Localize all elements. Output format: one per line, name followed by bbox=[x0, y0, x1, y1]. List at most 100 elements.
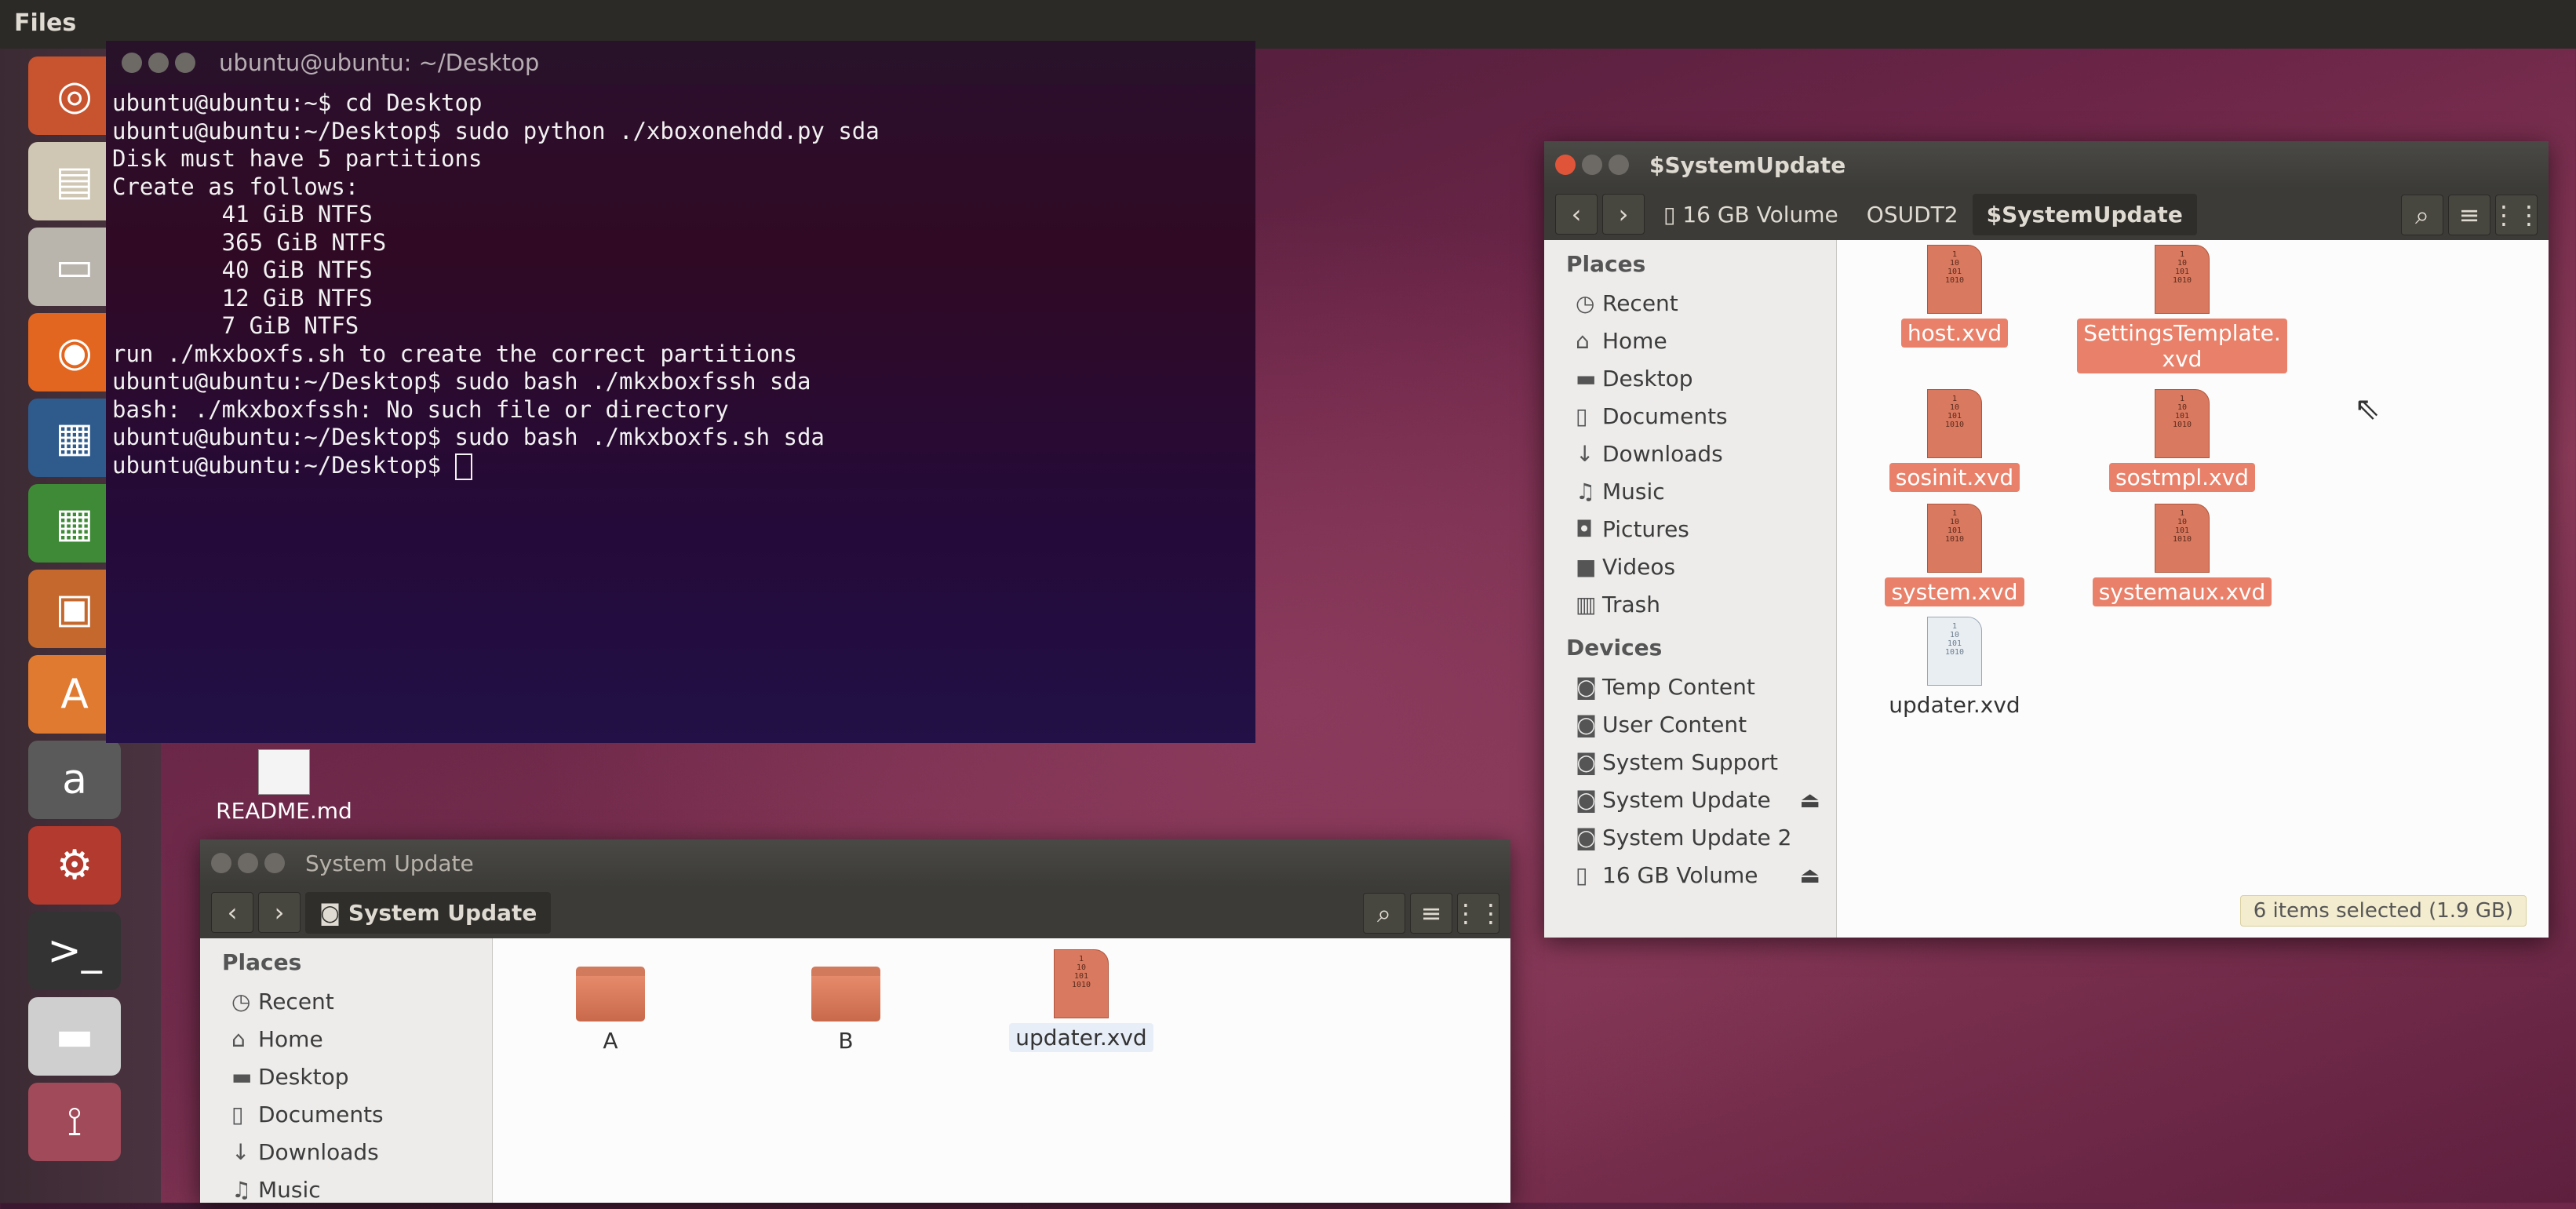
drive-icon: ◙ bbox=[1576, 712, 1598, 737]
terminal-line-text: ubuntu@ubuntu:~/Desktop$ sudo python ./x… bbox=[112, 117, 880, 144]
terminal-line: ubuntu@ubuntu:~/Desktop$ bbox=[112, 452, 1249, 480]
sidebar-item-label: Pictures bbox=[1602, 516, 1689, 542]
sidebar-item-downloads[interactable]: ↓ Downloads bbox=[1544, 435, 1836, 473]
file-item[interactable]: 1 10 101 1010 systemaux.xvd bbox=[2064, 504, 2300, 606]
sidebar-item-home[interactable]: ⌂ Home bbox=[1544, 322, 1836, 360]
sidebar-item-videos[interactable]: ■ Videos bbox=[1544, 548, 1836, 586]
drive-icon: ▬ bbox=[55, 1013, 94, 1060]
close-icon[interactable] bbox=[122, 53, 142, 73]
sidebar-device-system-update[interactable]: ◙ System Update ⏏ bbox=[1544, 781, 1836, 819]
launcher-system-tools[interactable]: ⚙ bbox=[28, 826, 121, 905]
sidebar-item-music[interactable]: ♫ Music bbox=[1544, 473, 1836, 511]
usb-icon: ⟟ bbox=[67, 1098, 82, 1145]
sidebar-item-desktop[interactable]: ▬ Desktop bbox=[200, 1058, 492, 1096]
grid-view-button[interactable]: ⋮⋮ bbox=[1453, 893, 1503, 934]
file-item[interactable]: 1 10 101 1010 sostmpl.xvd bbox=[2064, 389, 2300, 492]
file-label: B bbox=[838, 1028, 854, 1054]
toolbar: ‹ › ▯ 16 GB Volume OSUDT2 $SystemUpdate … bbox=[1544, 188, 2549, 240]
folder-icon bbox=[576, 967, 645, 1021]
sidebar-item-home[interactable]: ⌂ Home bbox=[200, 1021, 492, 1058]
sidebar-item-documents[interactable]: ▯ Documents bbox=[200, 1096, 492, 1134]
breadcrumb-current[interactable]: $SystemUpdate bbox=[1972, 193, 2197, 235]
forward-button[interactable]: › bbox=[258, 892, 301, 933]
search-button[interactable]: ⌕ bbox=[1363, 893, 1405, 934]
search-icon: ⌕ bbox=[1377, 898, 1391, 928]
file-item[interactable]: 1 10 101 1010 host.xvd bbox=[1837, 245, 2072, 348]
file-view[interactable]: 6 items selected (1.9 GB) 1 10 101 1010 h… bbox=[1837, 240, 2549, 938]
desktop-file-readme[interactable]: README.md bbox=[213, 749, 355, 824]
sidebar-item-recent[interactable]: ◷ Recent bbox=[1544, 285, 1836, 322]
clock-icon: ◷ bbox=[231, 989, 251, 1014]
close-icon[interactable] bbox=[1555, 155, 1576, 175]
files-window-systemupdate[interactable]: $SystemUpdate ‹ › ▯ 16 GB Volume OSUDT2 … bbox=[1544, 141, 2549, 938]
minimize-icon[interactable] bbox=[238, 853, 258, 873]
list-view-button[interactable]: ≡ bbox=[2448, 195, 2490, 235]
software-center-icon: A bbox=[60, 671, 89, 718]
sidebar-item-documents[interactable]: ▯ Documents bbox=[1544, 398, 1836, 435]
folder-item[interactable]: B bbox=[728, 962, 964, 1055]
forward-button[interactable]: › bbox=[1602, 194, 1645, 235]
sidebar-device-16-gb-volume[interactable]: ▯ 16 GB Volume ⏏ bbox=[1544, 857, 1836, 894]
folder-item[interactable]: A bbox=[493, 962, 728, 1055]
sidebar-device-temp-content[interactable]: ◙ Temp Content bbox=[1544, 668, 1836, 706]
sidebar-item-label: Documents bbox=[258, 1102, 384, 1127]
maximize-icon[interactable] bbox=[264, 853, 285, 873]
sidebar-item-downloads[interactable]: ↓ Downloads bbox=[200, 1134, 492, 1171]
terminal-line: ubuntu@ubuntu:~/Desktop$ sudo python ./x… bbox=[112, 118, 1249, 146]
sidebar-item-trash[interactable]: ▥ Trash bbox=[1544, 586, 1836, 624]
sidebar-device-system-update-2[interactable]: ◙ System Update 2 bbox=[1544, 819, 1836, 857]
sidebar-device-system-support[interactable]: ◙ System Support bbox=[1544, 744, 1836, 781]
breadcrumb-current[interactable]: ◙ System Update bbox=[305, 891, 552, 934]
file-item[interactable]: 1 10 101 1010 SettingsTemplate. xvd bbox=[2064, 245, 2300, 373]
terminal-line-text: 365 GiB NTFS bbox=[112, 228, 387, 256]
minimize-icon[interactable] bbox=[1582, 155, 1602, 175]
file-item[interactable]: 1 10 101 1010 updater.xvd bbox=[964, 949, 1199, 1052]
desktop-folder-icon: ▬ bbox=[231, 1064, 253, 1090]
app-menu-title[interactable]: Files bbox=[14, 9, 76, 37]
search-button[interactable]: ⌕ bbox=[2401, 195, 2443, 235]
launcher-terminal[interactable]: >_ bbox=[28, 912, 121, 990]
window-titlebar[interactable]: $SystemUpdate bbox=[1544, 141, 2549, 188]
terminal-titlebar[interactable]: ubuntu@ubuntu: ~/Desktop bbox=[106, 41, 1255, 85]
eject-icon[interactable]: ⏏ bbox=[1800, 857, 1820, 894]
file-item[interactable]: 1 10 101 1010 updater.xvd bbox=[1837, 617, 2072, 719]
window-title: System Update bbox=[305, 850, 474, 876]
list-view-button[interactable]: ≡ bbox=[1410, 893, 1452, 934]
launcher-usb[interactable]: ⟟ bbox=[28, 1083, 121, 1161]
file-item[interactable]: 1 10 101 1010 system.xvd bbox=[1837, 504, 2072, 606]
camera-icon: ◘ bbox=[1576, 516, 1594, 542]
sidebar-item-desktop[interactable]: ▬ Desktop bbox=[1544, 360, 1836, 398]
eject-icon[interactable]: ⏏ bbox=[1800, 781, 1820, 819]
file-item[interactable]: 1 10 101 1010 sosinit.xvd bbox=[1837, 389, 2072, 492]
sidebar-item-label: User Content bbox=[1602, 712, 1747, 737]
breadcrumb-volume[interactable]: ▯ 16 GB Volume bbox=[1649, 194, 1853, 235]
window-titlebar[interactable]: System Update bbox=[200, 839, 1510, 887]
launcher-amazon[interactable]: a bbox=[28, 741, 121, 819]
maximize-icon[interactable] bbox=[1609, 155, 1629, 175]
maximize-icon[interactable] bbox=[175, 53, 195, 73]
sidebar: Places ◷ Recent ⌂ Home ▬ Desktop ▯ Documents ↓ Dow… bbox=[1544, 240, 1837, 938]
close-icon[interactable] bbox=[211, 853, 231, 873]
file-view[interactable]: A B 1 10 101 1010 updater.xvd bbox=[493, 938, 1510, 1203]
terminal-window[interactable]: ubuntu@ubuntu: ~/Desktop ubuntu@ubuntu:~… bbox=[106, 41, 1255, 743]
grid-view-button[interactable]: ⋮⋮ bbox=[2491, 195, 2541, 235]
sidebar-device-user-content[interactable]: ◙ User Content bbox=[1544, 706, 1836, 744]
back-button[interactable]: ‹ bbox=[1555, 194, 1598, 235]
sidebar-item-recent[interactable]: ◷ Recent bbox=[200, 983, 492, 1021]
xvd-file-icon: 1 10 101 1010 bbox=[1054, 949, 1109, 1018]
sidebar-item-label: System Update bbox=[1602, 787, 1771, 813]
terminal-cursor bbox=[454, 453, 472, 480]
minimize-icon[interactable] bbox=[148, 53, 169, 73]
sidebar-item-pictures[interactable]: ◘ Pictures bbox=[1544, 511, 1836, 548]
amazon-icon: a bbox=[62, 756, 87, 803]
sidebar-item-label: System Support bbox=[1602, 749, 1778, 775]
launcher-drive[interactable]: ▬ bbox=[28, 997, 121, 1076]
terminal-line: run ./mkxboxfs.sh to create the correct … bbox=[112, 340, 1249, 369]
terminal-line-text: ubuntu@ubuntu:~/Desktop$ bbox=[112, 451, 455, 479]
back-button[interactable]: ‹ bbox=[211, 892, 253, 933]
terminal-output[interactable]: ubuntu@ubuntu:~$ cd Desktop ubuntu@ubuntu… bbox=[106, 85, 1255, 484]
breadcrumb-osudt2[interactable]: OSUDT2 bbox=[1853, 194, 1973, 235]
sidebar-item-music[interactable]: ♫ Music bbox=[200, 1171, 492, 1209]
files-window-system-update[interactable]: System Update ‹ › ◙ System Update ⌕ ≡ ⋮⋮… bbox=[200, 839, 1510, 1203]
sidebar-item-label: Home bbox=[258, 1026, 323, 1052]
